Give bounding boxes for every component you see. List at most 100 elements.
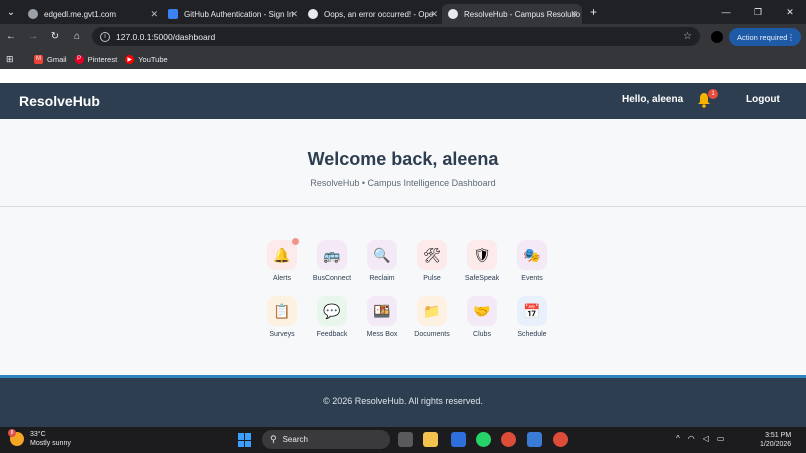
module-label: Mess Box [366,331,398,338]
bookmark-youtube[interactable]: ▶ YouTube [125,54,168,64]
speech-bubble-icon: 💬 [317,296,347,326]
hero-section: Welcome back, aleena ResolveHub • Campus… [0,119,806,207]
bookmark-pinterest[interactable]: P Pinterest [74,54,117,64]
new-tab-button[interactable]: + [590,5,597,19]
taskbar-search[interactable]: ⚲ Search [262,430,390,449]
chrome-profile-icon[interactable] [553,432,568,447]
whatsapp-icon[interactable] [476,432,491,447]
battery-icon[interactable]: ▭ [717,434,725,443]
browser-tab-1[interactable]: GitHub Authentication - Sign In ✕ [162,4,302,24]
clock-time: 3:51 PM [765,432,792,439]
module-label: Documents [414,331,450,338]
windows-start-icon[interactable] [238,433,252,447]
module-label: SafeSpeak [464,275,500,282]
module-schedule[interactable]: 📅 Schedule [507,296,557,338]
module-label: Events [521,275,543,282]
browser-tab-2[interactable]: Oops, an error occurred! - Ope ✕ [302,4,442,24]
module-label: Alerts [273,275,291,282]
minimize-icon[interactable]: — [710,7,742,17]
globe-icon [28,9,38,19]
profile-avatar[interactable] [711,31,723,43]
address-bar[interactable]: i 127.0.0.1:5000/dashboard ☆ [92,27,700,46]
tools-icon: 🛠 [417,240,447,270]
module-label: Surveys [269,331,295,338]
windows-taskbar: 8 33°C Mostly sunny ⚲ Search ^ ◠ ◁ ▭ 3:5… [0,427,806,453]
brand-logo[interactable]: ResolveHub [19,93,100,109]
back-icon[interactable]: ← [0,31,22,42]
tab-search-chevron-icon[interactable]: ⌄ [0,0,22,24]
food-box-icon: 🍱 [367,296,397,326]
azure-icon[interactable] [527,432,542,447]
module-label: Pulse [423,275,441,282]
module-reclaim[interactable]: 🔍 Reclaim [357,240,407,282]
hero-subtitle: ResolveHub • Campus Intelligence Dashboa… [310,178,496,188]
close-icon[interactable]: ✕ [774,7,806,18]
folder-icon: 📁 [417,296,447,326]
browser-toolbar: ← → ↻ ⌂ i 127.0.0.1:5000/dashboard ☆ [0,24,806,49]
module-safespeak[interactable]: 🛡 SafeSpeak [457,240,507,282]
tab-close-icon[interactable]: ✕ [290,9,298,20]
wifi-icon[interactable]: ◠ [688,434,695,443]
chrome-icon[interactable] [501,432,516,447]
menu-dots-icon[interactable]: ⋮ [787,33,795,42]
chevron-up-icon[interactable]: ^ [676,434,680,443]
weather-widget[interactable]: 8 33°C Mostly sunny [8,429,71,448]
clipboard-icon: 📋 [267,296,297,326]
module-events[interactable]: 🎭 Events [507,240,557,282]
module-documents[interactable]: 📁 Documents [407,296,457,338]
footer-copyright: © 2026 ResolveHub. All rights reserved. [323,396,483,406]
window-controls: — ❐ ✕ [710,0,806,24]
module-surveys[interactable]: 📋 Surveys [257,296,307,338]
browser-tab-bar: ⌄ edgedl.me.gvt1.com ✕ GitHub Authentica… [0,0,806,24]
tab-close-icon[interactable]: ✕ [430,9,438,20]
handshake-icon: 🤝 [467,296,497,326]
search-icon: ⚲ [270,434,277,444]
bookmarks-bar: ⊞ M Gmail P Pinterest ▶ YouTube [0,49,806,69]
home-icon[interactable]: ⌂ [66,31,88,42]
reload-icon[interactable]: ↻ [44,31,66,42]
magnifier-icon: 🔍 [367,240,397,270]
bus-icon: 🚌 [317,240,347,270]
user-greeting: Hello, aleena [622,94,684,105]
site-info-icon[interactable]: i [100,31,110,42]
clock-date: 1/20/2026 [760,441,792,448]
vscode-icon [168,9,178,19]
pinterest-icon: P [74,54,84,64]
action-required-button[interactable]: Action required ⋮ [729,28,801,46]
notification-count-badge: 1 [708,89,718,99]
forward-icon[interactable]: → [22,31,44,42]
welcome-heading: Welcome back, aleena [307,149,499,169]
calendar-icon: 📅 [517,296,547,326]
task-view-icon[interactable] [398,432,413,447]
module-grid: 🔔 Alerts 🚌 BusConnect 🔍 Reclaim 🛠 Pulse 🛡 SafeSpe… [257,238,557,338]
tab-close-icon[interactable]: ✕ [570,9,578,20]
module-label: Feedback [316,331,348,338]
taskbar-clock[interactable]: 3:51 PM 1/20/2026 [760,431,791,449]
weather-badge: 8 [8,429,16,437]
browser-tab-3[interactable]: ResolveHub - Campus Resolutio ✕ [442,4,582,24]
system-tray: ^ ◠ ◁ ▭ [676,434,724,443]
volume-icon[interactable]: ◁ [703,434,709,443]
module-clubs[interactable]: 🤝 Clubs [457,296,507,338]
module-mess-box[interactable]: 🍱 Mess Box [357,296,407,338]
module-pulse[interactable]: 🛠 Pulse [407,240,457,282]
sun-icon: 8 [8,429,24,446]
openai-icon [308,9,318,19]
bookmark-star-icon[interactable]: ☆ [683,31,692,42]
restore-icon[interactable]: ❐ [742,7,774,18]
browser-tab-0[interactable]: edgedl.me.gvt1.com ✕ [22,4,162,24]
module-busconnect[interactable]: 🚌 BusConnect [307,240,357,282]
bookmark-gmail[interactable]: M Gmail [34,54,67,64]
module-feedback[interactable]: 💬 Feedback [307,296,357,338]
file-explorer-icon[interactable] [423,432,438,447]
apps-grid-icon[interactable]: ⊞ [6,54,26,65]
tab-close-icon[interactable]: ✕ [150,9,158,20]
store-icon[interactable] [451,432,466,447]
footer: © 2026 ResolveHub. All rights reserved. [0,375,806,427]
module-alerts[interactable]: 🔔 Alerts [257,238,307,282]
logout-button[interactable]: Logout [746,94,780,105]
bell-icon: 🔔 [267,238,299,270]
dashboard-page: ResolveHub Hello, aleena 1 Logout Welcom… [0,69,806,427]
globe-icon [448,9,458,19]
navbar: ResolveHub Hello, aleena 1 Logout [0,83,806,119]
